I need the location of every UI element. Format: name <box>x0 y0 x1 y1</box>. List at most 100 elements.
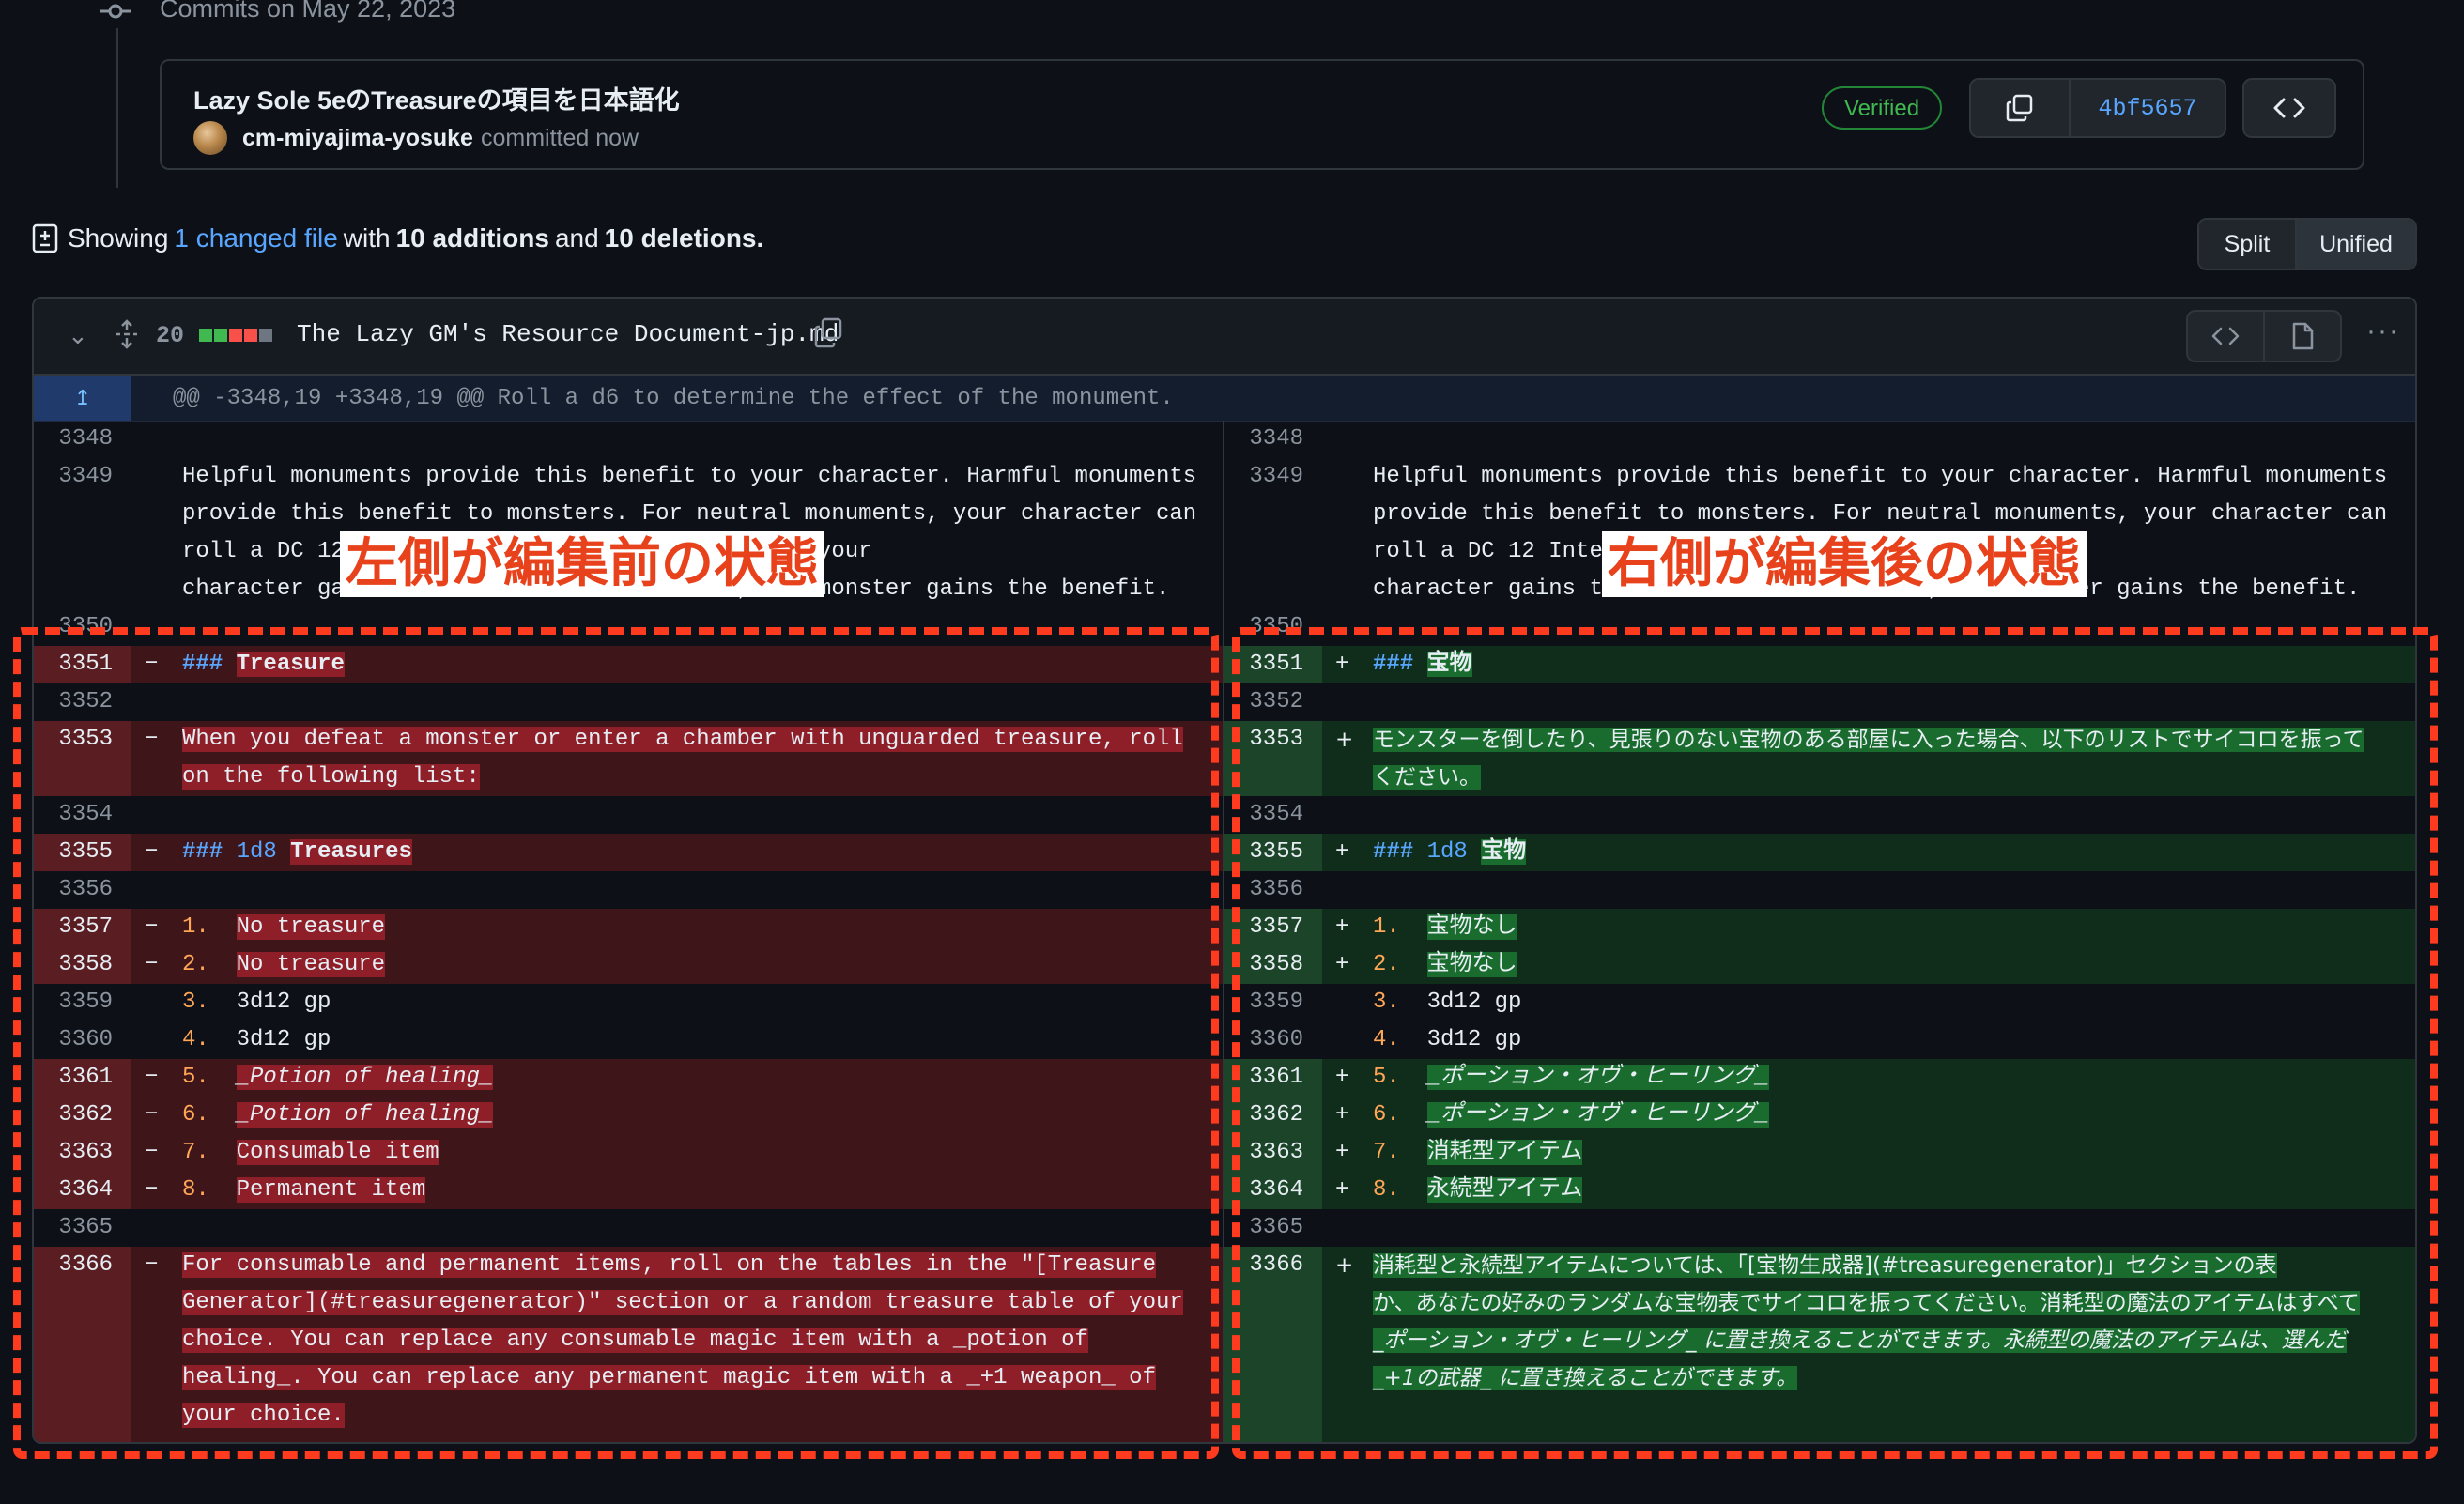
diffstat-square <box>199 329 212 342</box>
list-marker: 2. <box>182 952 209 977</box>
diffstat-square <box>229 329 242 342</box>
code-line: モンスターを倒したり、見張りのない宝物のある部屋に入った場合、以下のリストでサイ… <box>1373 728 2364 752</box>
before-annotation-label: 左側が編集前の状態 <box>340 531 824 597</box>
verified-badge[interactable]: Verified <box>1822 86 1943 130</box>
browse-files-button[interactable] <box>2242 78 2336 138</box>
line-number[interactable]: 3361 <box>1224 1059 1322 1097</box>
code-line: _Potion of healing_ <box>236 1065 494 1090</box>
file-icon <box>2292 322 2314 350</box>
diffstat-square <box>244 329 257 342</box>
added-row: 3364 +8. 永続型アイテム <box>1224 1172 2415 1209</box>
line-number[interactable]: 3366 <box>34 1247 131 1442</box>
diff-row: 3348 <box>34 421 1223 458</box>
line-number[interactable]: 3356 <box>34 871 131 909</box>
line-number[interactable]: 3358 <box>34 946 131 984</box>
added-row: 3357 +1. 宝物なし <box>1224 909 2415 946</box>
line-number[interactable]: 3349 <box>34 458 131 608</box>
file-diff: ⌄ 20 The Lazy GM's Resource Document-jp.… <box>32 297 2417 1444</box>
line-number[interactable]: 3359 <box>1224 984 1322 1021</box>
diff-row: 3356 <box>34 871 1223 909</box>
commit-author-link[interactable]: cm-miyajima-yosuke <box>242 125 473 152</box>
diff-row: 3365 <box>1224 1209 2415 1247</box>
line-number[interactable]: 3352 <box>34 683 131 721</box>
line-number[interactable]: 3353 <box>1224 721 1322 796</box>
code-line: 3d12 gp <box>236 990 331 1015</box>
code-line: When you defeat a monster or enter a cha… <box>182 727 1183 752</box>
line-number[interactable]: 3356 <box>1224 871 1322 909</box>
line-number[interactable]: 3352 <box>1224 683 1322 721</box>
deleted-row: 3355 − ### 1d8 Treasures <box>34 834 1223 871</box>
commit-sha-link[interactable]: 4bf5657 <box>2071 80 2225 136</box>
file-name[interactable]: The Lazy GM's Resource Document-jp.md <box>297 320 839 348</box>
code-line: healing_. You can replace any permanent … <box>182 1365 1156 1390</box>
diff-summary: Showing 1 changed file with 10 additions… <box>32 223 763 253</box>
list-marker: 8. <box>1373 1177 1400 1203</box>
summary-deletions: 10 deletions. <box>604 223 764 253</box>
line-number[interactable]: 3355 <box>1224 834 1322 871</box>
line-number[interactable]: 3357 <box>34 909 131 946</box>
commit-node-icon <box>100 4 131 19</box>
expand-all-icon[interactable] <box>115 319 139 349</box>
summary-additions: 10 additions <box>395 223 549 253</box>
line-number[interactable]: 3350 <box>1224 608 1322 646</box>
line-number[interactable]: 3364 <box>1224 1172 1322 1209</box>
code-line: 永続型アイテム <box>1426 1177 1583 1203</box>
changed-files-link[interactable]: 1 changed file <box>174 223 337 253</box>
line-number[interactable]: 3362 <box>34 1097 131 1134</box>
line-number[interactable]: 3353 <box>34 721 131 796</box>
list-marker: 5. <box>182 1065 209 1090</box>
line-number[interactable]: 3351 <box>34 646 131 683</box>
diff-row: 3354 <box>34 796 1223 834</box>
line-number[interactable]: 3354 <box>34 796 131 834</box>
added-row: 3366 + 消耗型と永続型アイテムについては、「[宝物生成器](#treasur… <box>1224 1247 2415 1442</box>
file-header: ⌄ 20 The Lazy GM's Resource Document-jp.… <box>34 299 2415 376</box>
code-line: For consumable and permanent items, roll… <box>182 1252 1156 1278</box>
line-number[interactable]: 3365 <box>1224 1209 1322 1247</box>
commit-title[interactable]: Lazy Sole 5eのTreasureの項目を日本語化 <box>193 80 680 116</box>
avatar[interactable] <box>193 121 227 155</box>
line-number[interactable]: 3357 <box>1224 909 1322 946</box>
deleted-row: 3362 −6. _Potion of healing_ <box>34 1097 1223 1134</box>
view-rich-diff-button[interactable] <box>2265 312 2340 361</box>
diffstat-bars <box>199 329 272 342</box>
md-heading-mark: ### <box>1373 839 1414 865</box>
diff-view-toggle: Split Unified <box>2197 218 2417 270</box>
line-number[interactable]: 3360 <box>1224 1021 1322 1059</box>
line-number[interactable]: 3363 <box>34 1134 131 1172</box>
unified-view-button[interactable]: Unified <box>2297 220 2415 269</box>
more-options-icon[interactable]: ··· <box>2366 315 2400 347</box>
line-number[interactable]: 3355 <box>34 834 131 871</box>
expand-up-icon[interactable]: ↥ <box>34 376 131 421</box>
line-number[interactable]: 3365 <box>34 1209 131 1247</box>
line-number[interactable]: 3360 <box>34 1021 131 1059</box>
split-view-button[interactable]: Split <box>2199 220 2297 269</box>
commits-date-label: Commits on May 22, 2023 <box>160 0 456 23</box>
list-marker: 7. <box>1373 1140 1400 1165</box>
collapse-chevron-icon[interactable]: ⌄ <box>68 321 88 350</box>
line-number[interactable]: 3350 <box>34 608 131 646</box>
line-number[interactable]: 3361 <box>34 1059 131 1097</box>
line-number[interactable]: 3363 <box>1224 1134 1322 1172</box>
line-number[interactable]: 3348 <box>1224 421 1322 458</box>
copy-path-icon[interactable] <box>813 317 843 349</box>
line-number[interactable]: 3364 <box>34 1172 131 1209</box>
line-number[interactable]: 3354 <box>1224 796 1322 834</box>
code-line: 3d12 gp <box>1426 990 1522 1015</box>
line-number[interactable]: 3348 <box>34 421 131 458</box>
added-row: 3351 + ### 宝物 <box>1224 646 2415 683</box>
line-number[interactable]: 3349 <box>1224 458 1322 608</box>
code-line: 宝物 <box>1426 652 1472 677</box>
line-number[interactable]: 3351 <box>1224 646 1322 683</box>
line-number[interactable]: 3359 <box>34 984 131 1021</box>
summary-and: and <box>554 223 599 253</box>
code-line: 消耗型アイテム <box>1426 1140 1583 1165</box>
list-marker: 2. <box>1373 952 1400 977</box>
line-number[interactable]: 3358 <box>1224 946 1322 984</box>
view-source-button[interactable] <box>2188 312 2265 361</box>
copy-sha-button[interactable] <box>1971 80 2071 136</box>
line-number[interactable]: 3366 <box>1224 1247 1322 1442</box>
md-heading-mark: ### <box>182 839 223 865</box>
code-line: Permanent item <box>236 1177 426 1203</box>
line-number[interactable]: 3362 <box>1224 1097 1322 1134</box>
list-marker: 1. <box>182 914 209 940</box>
